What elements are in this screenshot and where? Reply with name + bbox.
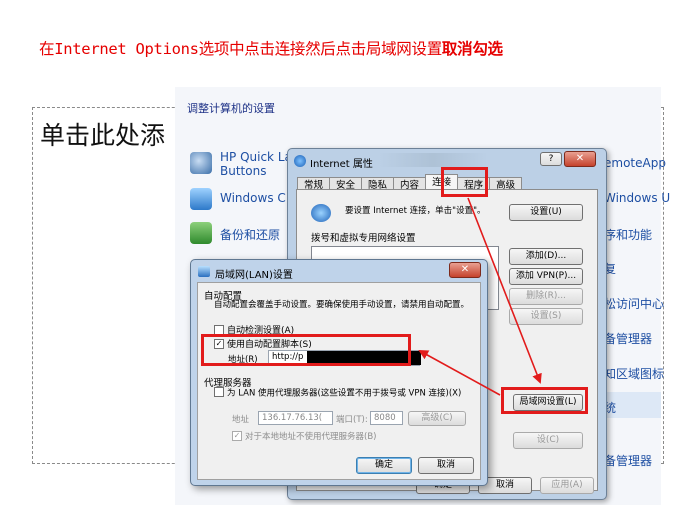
arrow-to-auto-script — [418, 350, 501, 396]
annotation-arrows — [418, 197, 542, 396]
arrow-to-lan-button — [467, 197, 542, 384]
